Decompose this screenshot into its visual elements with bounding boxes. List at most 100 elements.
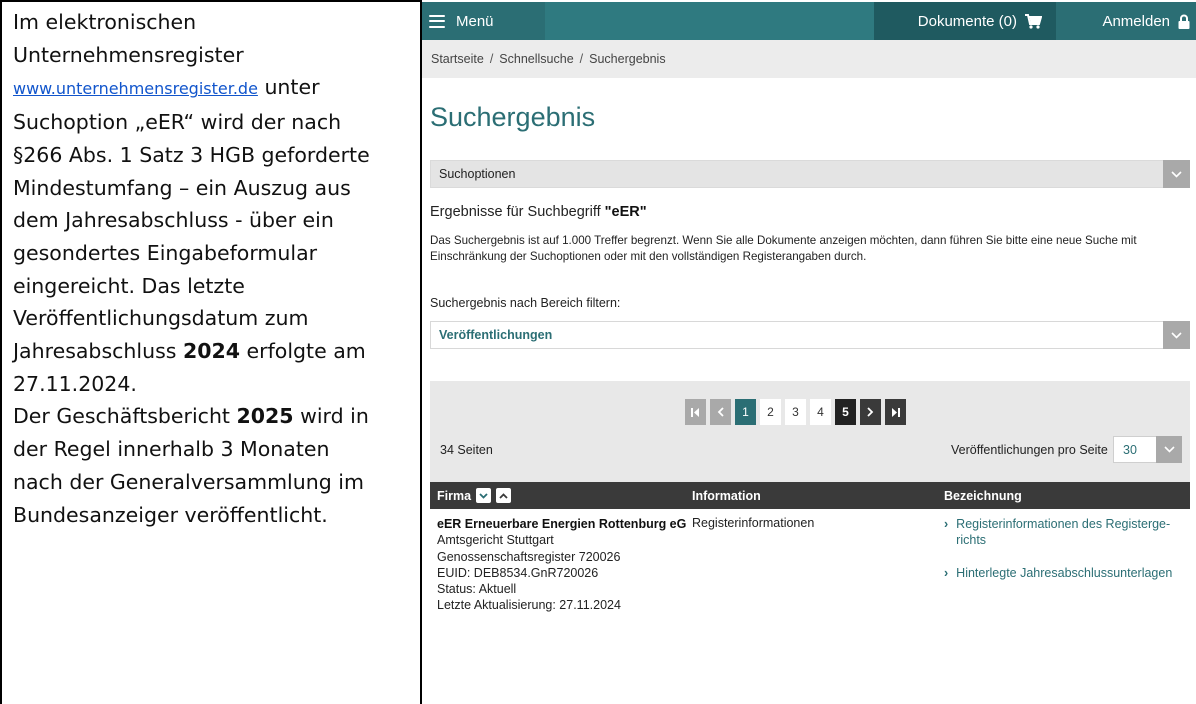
annual-statement-documents-link[interactable]: › Hinterlegte Jahresabschlussunterlagen [944,565,1184,581]
text-line: Unternehmensregister [13,42,244,67]
next-page-button[interactable] [860,399,881,425]
area-filter-dropdown[interactable]: Veröffentlichungen [430,321,1190,349]
text-fragment: wird in [293,404,369,429]
annual-statement-link-text: Hinterlegte Jahresabschlussunterlagen [956,566,1173,580]
text-line: dem Jahresabschluss - über ein [13,208,334,233]
year-bold: 2024 [182,339,241,364]
text-line: Im elektronischen [13,10,197,34]
cart-icon [1025,13,1042,29]
column-header-bezeichnung: Bezeichnung [944,488,1022,503]
company-name: eER Erneuerbare Energien Rottenburg eG [437,517,687,531]
explanation-text-cell: Im elektronischen Unternehmensregister w… [0,0,422,704]
breadcrumb-current: Suchergebnis [589,52,666,66]
text-line: eingereicht. Das letzte [13,273,245,298]
register-information-link-text: Registerinformationen des Registerge- ri… [956,516,1170,548]
text-line: Suchoption „eER“ wird der nach [13,110,342,135]
information-cell: Registerinformationen [692,516,815,530]
sort-ascending-button[interactable] [496,488,512,503]
chevron-right-icon: › [944,566,949,580]
login-label: Anmelden [1102,12,1170,30]
text-line: gesondertes Eingabeformular [13,240,318,265]
results-container: 1 2 3 4 5 34 Seiten Veröffentlichungen p… [430,381,1190,624]
text-fragment: erfolgte am [240,339,366,364]
first-page-button[interactable] [685,399,706,425]
per-page-label: Veröffentlichungen pro Seite [951,443,1108,457]
sort-descending-button[interactable] [476,488,492,503]
menu-button[interactable]: Menü [422,2,545,40]
text-fragment: Der Geschäftsbericht [13,404,237,429]
page-button-3[interactable]: 3 [785,399,806,425]
search-term: "eER" [604,204,647,220]
firma-header-label: Firma [437,488,472,503]
per-page-dropdown[interactable]: 30 [1113,436,1182,463]
chevron-down-icon [479,492,488,499]
pages-count: 34 Seiten [440,443,493,457]
text-line: Jahresabschluss 2024 erfolgte am [13,335,414,368]
company-detail: Status: Aktuell [437,582,517,597]
column-header-firma: Firma [437,482,512,509]
search-options-dropdown[interactable]: Suchoptionen [430,160,1190,188]
first-page-icon [691,407,699,417]
documents-cart-button[interactable]: Dokumente (0) [874,2,1056,40]
chevron-right-icon: › [944,517,949,531]
text-line: nach der Generalversammlung im [13,469,364,494]
previous-page-button[interactable] [710,399,731,425]
hamburger-icon [429,14,445,28]
page-button-4[interactable]: 4 [810,399,831,425]
register-search-screenshot: Menü Dokumente (0) Anmelden Startseite /… [422,2,1196,624]
company-detail: Letzte Aktualisierung: 27.11.2024 [437,598,621,613]
last-page-icon [892,407,900,417]
chevron-down-icon [1163,160,1190,188]
login-button[interactable]: Anmelden [1056,2,1196,40]
company-detail: Amtsgericht Stuttgart [437,533,554,548]
filter-label: Suchergebnis nach Bereich filtern: [430,296,621,310]
text-line: §266 Abs. 1 Satz 3 HGB geforderte [13,142,370,167]
breadcrumb-separator: / [489,52,494,66]
register-information-link[interactable]: › Registerinformationen des Registerge- … [944,516,1184,548]
last-page-button[interactable] [885,399,906,425]
text-line: Mindestumfang – ein Auszug aus [13,175,351,200]
year-bold: 2025 [236,404,294,429]
lock-icon [1178,14,1190,29]
breadcrumb-quick-search[interactable]: Schnellsuche [499,52,573,66]
chevron-right-icon [867,407,874,417]
menu-label: Menü [456,12,494,30]
text-fragment: unter [257,75,320,100]
link-text-line: Registerinformationen des Registerge- [956,517,1171,531]
breadcrumb-separator: / [579,52,584,66]
text-line: Veröffentlichungsdatum zum [13,306,309,331]
results-description: Das Suchergebnis ist auf 1.000 Treffer b… [430,234,1137,263]
chevron-up-icon [499,492,508,499]
register-website-link[interactable]: www.unternehmensregister.de [13,79,258,98]
table-row: eER Erneuerbare Energien Rottenburg eG A… [430,509,1190,624]
chevron-left-icon [717,407,724,417]
page-button-1[interactable]: 1 [735,399,756,425]
results-prefix: Ergebnisse für Suchbegriff [430,204,605,220]
results-heading: Ergebnisse für Suchbegriff "eER" [430,204,647,220]
text-line: www.unternehmensregister.de unter [13,71,414,106]
breadcrumb: Startseite / Schnellsuche / Suchergebnis [422,40,1196,78]
company-detail: EUID: DEB8534.GnR720026 [437,565,599,580]
text-line: der Regel innerhalb 3 Monaten [13,437,330,462]
results-table-header: Firma Information Bezeichnung [430,482,1190,509]
bezeichnung-cell: › Registerinformationen des Registerge- … [944,516,1184,581]
text-fragment: Jahresabschluss [13,339,183,364]
text-line: Bundesanzeiger veröffentlicht. [13,502,328,527]
pagination: 1 2 3 4 5 [685,399,906,425]
column-header-information: Information [692,488,761,503]
firma-cell: eER Erneuerbare Energien Rottenburg eG A… [437,516,686,614]
page-button-5[interactable]: 5 [835,399,856,425]
documents-label: Dokumente (0) [917,12,1017,30]
breadcrumb-home[interactable]: Startseite [431,52,484,66]
company-detail: Genossenschaftsregister 720026 [437,549,621,564]
page-button-2[interactable]: 2 [760,399,781,425]
page-title: Suchergebnis [430,102,596,132]
per-page-value: 30 [1123,442,1137,457]
text-line: Der Geschäftsbericht 2025 wird in [13,400,414,433]
chevron-down-icon [1163,321,1190,349]
area-filter-value: Veröffentlichungen [439,328,553,342]
top-navigation-bar: Menü Dokumente (0) Anmelden [422,2,1196,40]
search-options-label: Suchoptionen [439,167,516,181]
text-line: 27.11.2024. [13,371,137,396]
topbar-spacer [545,2,874,40]
